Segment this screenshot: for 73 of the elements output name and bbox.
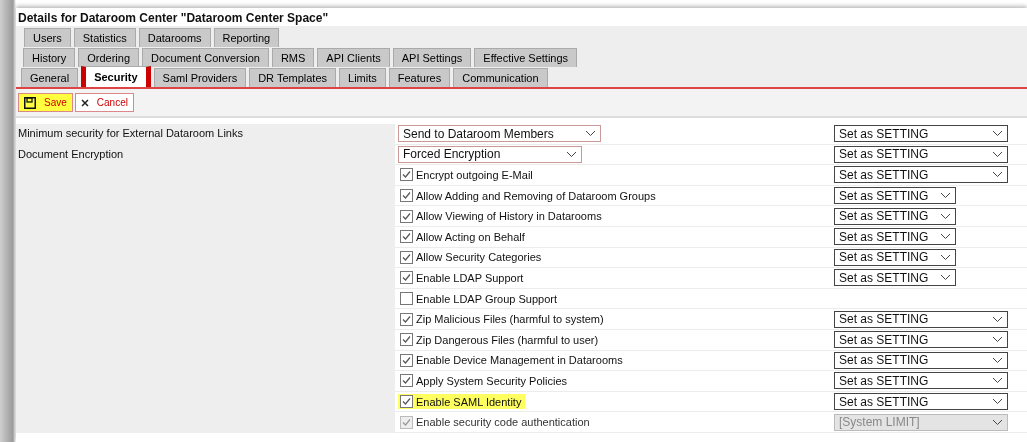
chevron-down-icon <box>992 171 1003 179</box>
setting-checkbox[interactable]: Allow Adding and Removing of Dataroom Groups <box>398 188 660 204</box>
scope-dropdown[interactable]: Set as SETTING <box>834 166 1008 184</box>
setting-checkbox[interactable]: Encrypt outgoing E-Mail <box>398 167 537 183</box>
tab[interactable]: RMS <box>271 48 315 67</box>
chevron-down-icon <box>992 336 1003 344</box>
setting-checkbox[interactable]: Enable Device Management in Datarooms <box>398 352 627 368</box>
save-button[interactable]: Save <box>18 93 73 112</box>
scope-dropdown[interactable]: Set as SETTING <box>834 248 956 266</box>
tab[interactable]: Datarooms <box>138 28 211 47</box>
window-title: Details for Dataroom Center "Dataroom Center Space" <box>17 10 330 26</box>
setting-checkbox[interactable]: Enable SAML Identity <box>398 394 526 409</box>
tab[interactable]: Document Conversion <box>142 48 269 67</box>
scope-dropdown[interactable]: Set as SETTING <box>834 269 956 287</box>
checkmark-icon <box>402 417 411 427</box>
tab[interactable]: History <box>23 48 76 67</box>
cancel-button[interactable]: Cancel <box>74 93 134 112</box>
scope-dropdown[interactable]: Set as SETTING <box>834 228 956 246</box>
tab[interactable]: API Clients <box>317 48 390 67</box>
chevron-down-icon <box>992 418 1003 426</box>
value-dropdown[interactable]: Forced Encryption <box>398 145 582 163</box>
tab[interactable]: API Settings <box>392 48 472 67</box>
tab[interactable]: Users <box>24 28 71 47</box>
tab[interactable]: Limits <box>339 68 386 87</box>
chevron-down-icon <box>940 212 951 220</box>
checkmark-icon <box>402 314 411 324</box>
scope-dropdown[interactable]: Set as SETTING <box>834 145 1008 163</box>
scope-dropdown[interactable]: Set as SETTING <box>834 125 1008 143</box>
chevron-down-icon <box>992 315 1003 323</box>
setting-checkbox[interactable]: Allow Acting on Behalf <box>398 229 529 245</box>
chevron-down-icon <box>992 398 1003 405</box>
checkmark-icon <box>402 273 411 283</box>
checkmark-icon <box>402 170 411 180</box>
tab[interactable]: Reporting <box>213 28 280 47</box>
scope-dropdown[interactable]: Set as SETTING <box>834 310 1008 328</box>
chevron-down-icon <box>940 192 951 200</box>
chevron-down-icon <box>940 233 951 241</box>
tab[interactable]: Features <box>388 68 451 87</box>
scope-dropdown[interactable]: Set as SETTING <box>834 207 956 225</box>
tab[interactable]: DR Templates <box>249 68 337 87</box>
tab[interactable]: Security <box>81 66 151 87</box>
tab[interactable]: Saml Providers <box>153 68 247 87</box>
chevron-down-icon <box>992 377 1003 385</box>
checkmark-icon <box>402 397 411 406</box>
setting-checkbox[interactable]: Enable LDAP Group Support <box>398 291 562 307</box>
setting-label: Document Encryption <box>18 147 124 160</box>
tab[interactable]: General <box>21 68 79 87</box>
tab[interactable]: Ordering <box>78 48 140 67</box>
chevron-down-icon <box>992 356 1003 364</box>
setting-checkbox[interactable]: Apply System Security Policies <box>398 373 571 389</box>
chevron-down-icon <box>940 274 951 282</box>
scope-dropdown[interactable]: Set as SETTING <box>834 372 1008 390</box>
close-icon <box>80 98 89 107</box>
checkmark-icon <box>402 376 411 386</box>
value-dropdown[interactable]: Send to Dataroom Members <box>398 125 601 143</box>
chevron-down-icon <box>992 130 1003 138</box>
scope-dropdown[interactable]: Set as SETTING <box>834 393 1008 410</box>
scope-dropdown[interactable]: Set as SETTING <box>834 351 1008 369</box>
setting-checkbox[interactable]: Enable LDAP Support <box>398 270 528 286</box>
scope-dropdown[interactable]: Set as SETTING <box>834 187 956 205</box>
tab[interactable]: Effective Settings <box>474 48 578 67</box>
chevron-down-icon <box>940 253 951 261</box>
setting-checkbox[interactable]: Allow Security Categories <box>398 249 546 265</box>
chevron-down-icon <box>566 150 577 158</box>
setting-checkbox[interactable]: Allow Viewing of History in Datarooms <box>398 208 606 224</box>
chevron-down-icon <box>585 130 596 138</box>
scope-dropdown[interactable]: Set as SETTING <box>834 331 1008 349</box>
setting-label: Minimum security for External Dataroom Links <box>18 127 243 139</box>
setting-checkbox[interactable]: Zip Dangerous Files (harmful to user) <box>398 332 603 348</box>
tab[interactable]: Statistics <box>73 28 136 47</box>
chevron-down-icon <box>992 150 1003 158</box>
tab[interactable]: Communication <box>453 68 548 87</box>
setting-checkbox[interactable]: Zip Malicious Files (harmful to system) <box>398 311 608 327</box>
